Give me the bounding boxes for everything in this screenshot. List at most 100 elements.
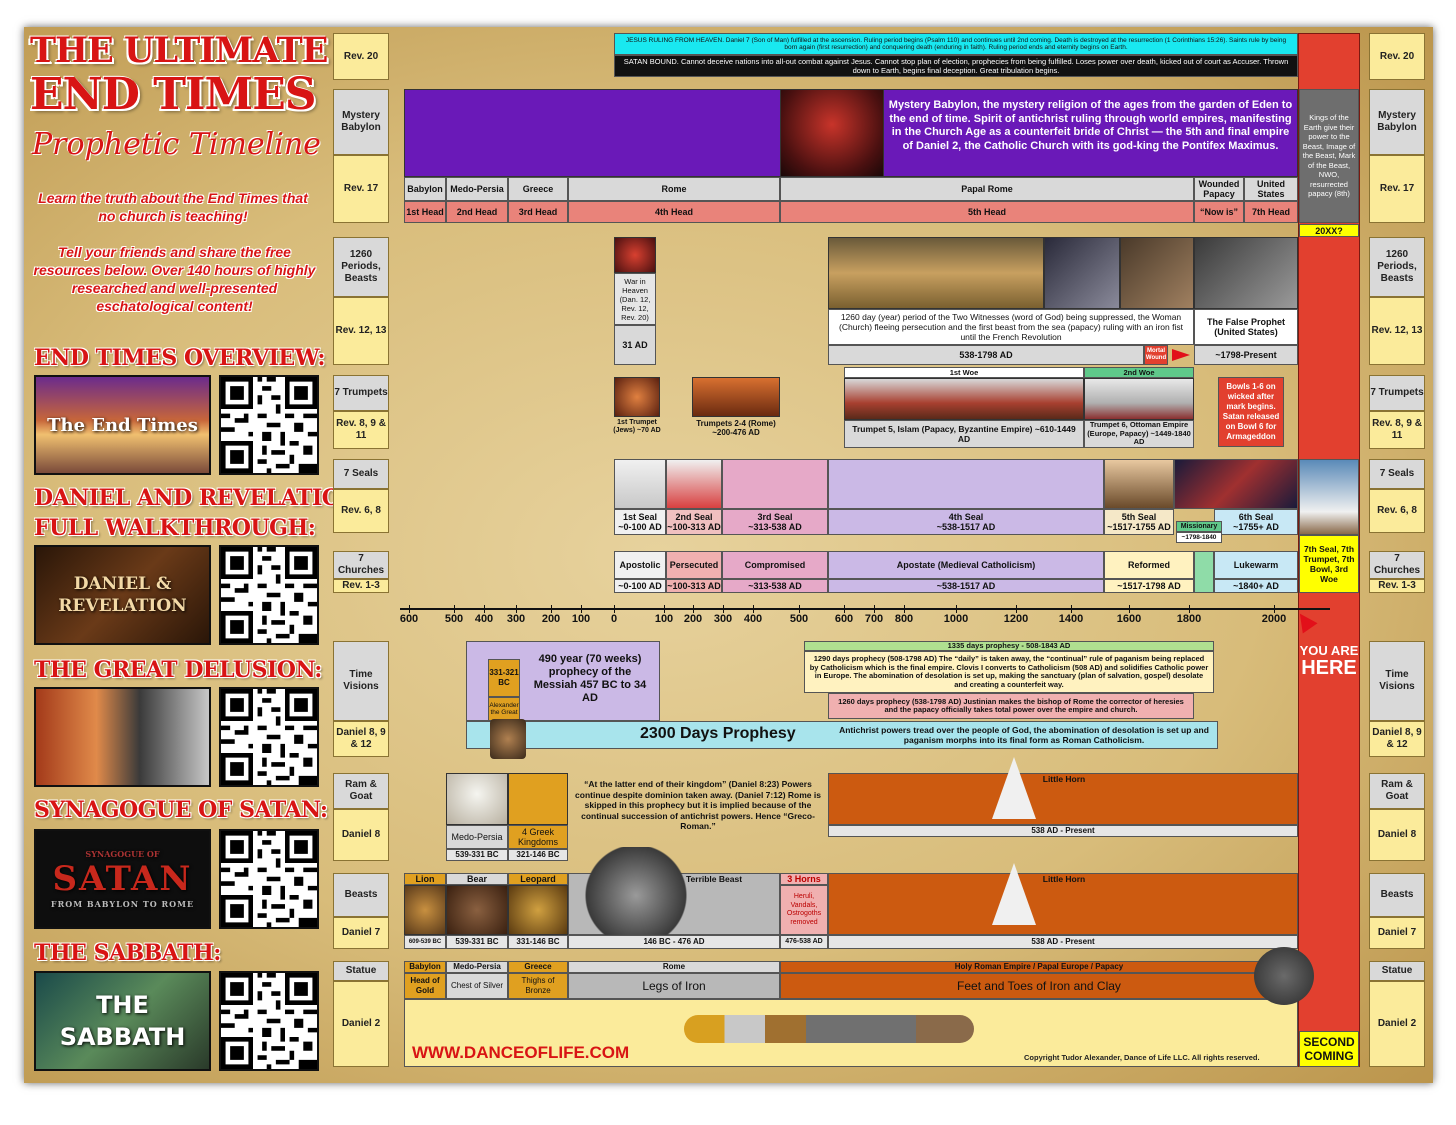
- witnesses-text: 1260 day (year) period of the Two Witnes…: [839, 312, 1183, 342]
- thumb-sub: FROM BABYLON TO ROME: [50, 899, 195, 909]
- axis-tick-label: 800: [894, 613, 914, 625]
- mystery-babylon-text: Mystery Babylon, the mystery religion of…: [888, 99, 1293, 152]
- church3-date: ~313-538 AD: [722, 579, 828, 593]
- statue-greece: Greece: [508, 961, 568, 973]
- axis-tick-label: 1000: [943, 613, 969, 625]
- statue-medo: Medo-Persia: [446, 961, 508, 973]
- head-4: 4th Head: [568, 201, 780, 223]
- beast-horn-label: Little Horn: [1042, 874, 1086, 884]
- daniel-revelation-video-thumb[interactable]: DANIEL & REVELATION: [34, 545, 211, 645]
- seal1-date: ~0-100 AD: [618, 522, 662, 532]
- church3-name: Compromised: [722, 551, 828, 579]
- bc-box: 331-321 BC: [488, 659, 520, 697]
- horns-note: Heruli, Vandals, Ostrogoths removed: [780, 885, 828, 935]
- poster: THE ULTIMATE END TIMES Prophetic Timelin…: [24, 27, 1433, 1083]
- sabbath-video-thumb[interactable]: THE SABBATH: [34, 971, 211, 1071]
- head-6: “Now is”: [1194, 201, 1244, 223]
- axis-tick-mark: [454, 605, 455, 613]
- missionary-column: [1194, 551, 1214, 593]
- axis-tick-mark: [516, 605, 517, 613]
- label-mystery-right: Mystery Babylon: [1369, 89, 1425, 155]
- head-7: 7th Head: [1244, 201, 1298, 223]
- jesus-ruling-box: JESUS RULING FROM HEAVEN. Daniel 7 (Son …: [614, 33, 1298, 55]
- axis-tick-label: 500: [444, 613, 464, 625]
- trumpet6-label: Trumpet 6, Ottoman Empire (Europe, Papac…: [1084, 420, 1194, 448]
- ram-quote: “At the latter end of their kingdom” (Da…: [575, 779, 821, 831]
- label-churches-right: 7 Churches: [1369, 551, 1425, 579]
- intro-p2: Tell your friends and share the free res…: [33, 244, 316, 314]
- seal2-label: 2nd Seal ~100-313 AD: [666, 509, 722, 535]
- label-seals-right: 7 Seals: [1369, 459, 1425, 489]
- seal4-name: 4th Seal: [948, 512, 984, 522]
- qr-code-icon[interactable]: [219, 545, 319, 645]
- medo-date: 539-331 BC: [446, 849, 508, 861]
- label-seals: 7 Seals: [333, 459, 389, 489]
- woe2-label: 2nd Woe: [1084, 367, 1194, 378]
- axis-tick-mark: [551, 605, 552, 613]
- dragon-image: [584, 847, 688, 935]
- seal1-name: 1st Seal: [622, 512, 658, 522]
- website[interactable]: WWW.DANCEOFLIFE.COM: [412, 1043, 629, 1063]
- axis-tick-mark: [409, 605, 410, 613]
- statue-bronze: Thighs of Bronze: [508, 973, 568, 999]
- label-rev20-right: Rev. 20: [1369, 33, 1425, 80]
- second-coming-box: SECOND COMING: [1299, 1031, 1359, 1067]
- you-are-here-line2: HERE: [1301, 657, 1357, 679]
- jesus-ruling-text: JESUS RULING FROM HEAVEN. Daniel 7 (Son …: [625, 36, 1287, 52]
- statue-rome: Rome: [568, 961, 780, 973]
- label-dan8-right: Daniel 8: [1369, 809, 1425, 861]
- heading-overview: END TIMES OVERVIEW:: [34, 345, 326, 371]
- statue-figure: [684, 1015, 974, 1043]
- little-horn-icon: [992, 757, 1036, 819]
- seal5-name: 5th Seal: [1121, 512, 1157, 522]
- axis-tick-label: 100: [571, 613, 591, 625]
- ram-image: [446, 773, 508, 825]
- seal3-label: 3rd Seal ~313-538 AD: [722, 509, 828, 535]
- seal2-date: ~100-313 AD: [667, 522, 721, 532]
- axis-tick-label: 1400: [1058, 613, 1084, 625]
- qr-code-icon[interactable]: [219, 971, 319, 1071]
- p2300-note: Antichrist powers tread over the people …: [839, 725, 1209, 745]
- trumpet1-image: [614, 377, 660, 417]
- head-5: 5th Head: [780, 201, 1194, 223]
- church4-date: ~538-1517 AD: [828, 579, 1104, 593]
- synagogue-video-thumb[interactable]: SYNAGOGUE OF SATAN FROM BABYLON TO ROME: [34, 829, 211, 929]
- title-line1: THE ULTIMATE: [30, 30, 328, 71]
- head-2: 2nd Head: [446, 201, 508, 223]
- seal6-name: 6th Seal: [1238, 512, 1274, 522]
- copyright: Copyright Tudor Alexander, Dance of Life…: [1024, 1053, 1260, 1062]
- empire-wounded: Wounded Papacy: [1194, 177, 1244, 201]
- heading-great-delusion: THE GREAT DELUSION:: [34, 657, 322, 683]
- mortal-wound: Mortal Wound: [1144, 345, 1168, 365]
- arrow-right-icon: [1172, 349, 1190, 361]
- empire-papal-rome: Papal Rome: [780, 177, 1194, 201]
- alex-goat-image: [490, 719, 526, 759]
- p1260-box: 1260 days prophecy (538-1798 AD) Justini…: [828, 693, 1194, 719]
- qr-code-icon[interactable]: [219, 829, 319, 929]
- witnesses-box: 1260 day (year) period of the Two Witnes…: [828, 309, 1194, 345]
- label-rev13-right: Rev. 1-3: [1369, 579, 1425, 593]
- qr-code-icon[interactable]: [219, 687, 319, 787]
- false-prophet-date: ~1798-Present: [1194, 345, 1298, 365]
- label-rev68-right: Rev. 6, 8: [1369, 489, 1425, 533]
- great-delusion-video-thumb[interactable]: [34, 687, 211, 787]
- church5-name: Reformed: [1104, 551, 1194, 579]
- axis-tick-label: 200: [683, 613, 703, 625]
- seal4-image: [828, 459, 1104, 509]
- missionary-date: ~1798-1840: [1176, 532, 1222, 543]
- label-dan8912: Daniel 8, 9 & 12: [333, 721, 389, 757]
- seal6-label: 6th Seal ~1755+ AD: [1214, 509, 1298, 535]
- seventh-box: 7th Seal, 7th Trumpet, 7th Bowl, 3rd Woe: [1299, 535, 1359, 593]
- ram-horn-date: 538 AD - Present: [828, 825, 1298, 837]
- little-horn-icon: [992, 863, 1036, 925]
- axis-tick-label: 1600: [1116, 613, 1142, 625]
- seal3-image: [722, 459, 828, 509]
- label-time-right: Time Visions: [1369, 641, 1425, 721]
- end-times-video-thumb[interactable]: The End Times: [34, 375, 211, 475]
- label-rev68: Rev. 6, 8: [333, 489, 389, 533]
- false-prophet-box: The False Prophet (United States): [1194, 309, 1298, 345]
- qr-code-icon[interactable]: [219, 375, 319, 475]
- p1290-text: 1290 days prophecy (508-1798 AD) The “da…: [809, 654, 1209, 689]
- axis-tick-mark: [904, 605, 905, 613]
- axis-tick-label: 300: [713, 613, 733, 625]
